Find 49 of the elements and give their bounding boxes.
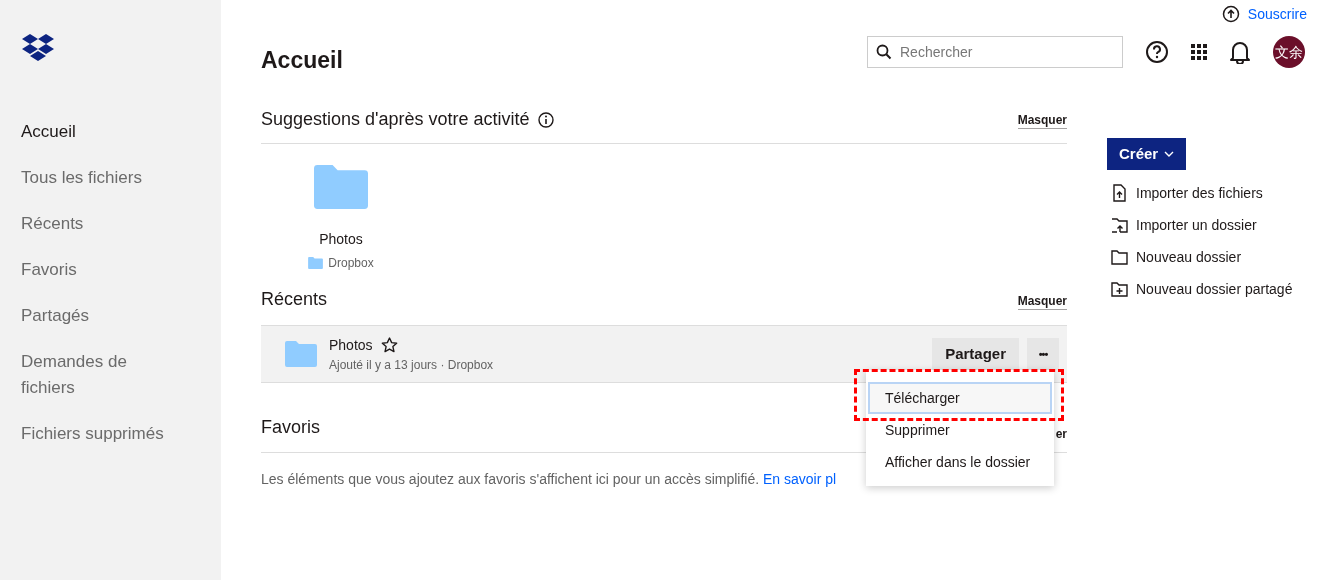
recent-row[interactable]: Photos Ajouté il y a 13 jours · Dropbox Partager ••• [261, 325, 1067, 383]
sidebar-item[interactable]: Récents [21, 211, 171, 237]
folder-upload-icon [1111, 216, 1128, 234]
create-action-link[interactable]: Nouveau dossier [1136, 246, 1242, 268]
search-icon [876, 44, 892, 60]
share-button[interactable]: Partager [932, 338, 1019, 370]
folder-icon [314, 164, 368, 210]
file-meta: Ajouté il y a 13 jours · Dropbox [329, 356, 495, 374]
hide-button[interactable]: Masquer [1017, 112, 1067, 129]
search-field[interactable]: Rechercher [867, 36, 1123, 68]
create-action-link[interactable]: Nouveau dossier partagé [1136, 278, 1293, 300]
sidebar-item[interactable]: Fichiers supprimés [21, 421, 171, 447]
create-action-link[interactable]: Importer un dossier [1136, 214, 1257, 236]
notification-bell-icon[interactable] [1229, 40, 1251, 64]
sidebar-item[interactable]: Favoris [21, 257, 171, 283]
file-upload-icon [1111, 184, 1128, 202]
learn-more-link[interactable]: En savoir pl [763, 471, 837, 487]
file-name[interactable]: Photos [329, 334, 373, 356]
hide-button[interactable]: Masquer [1017, 292, 1067, 310]
star-icon[interactable] [380, 337, 398, 353]
folder-icon [1111, 248, 1128, 266]
folder-icon [285, 341, 317, 367]
page-title: Accueil [261, 46, 343, 74]
favorites-description: Les éléments que vous ajoutez aux favoris s'affichent ici pour un accès simplifié. En savoir pl [261, 470, 838, 489]
folder-location: Dropbox [328, 255, 374, 272]
avatar[interactable]: 文余 [1273, 36, 1305, 68]
help-icon[interactable] [1145, 40, 1169, 64]
menu-item[interactable]: Supprimer [868, 414, 1052, 446]
upgrade-link[interactable]: Souscrire [1221, 4, 1307, 24]
section-heading: Favoris [261, 416, 320, 439]
folder-icon [308, 257, 324, 269]
upload-circle-icon [1221, 5, 1240, 23]
more-options-button[interactable]: ••• [1027, 338, 1059, 370]
create-action-link[interactable]: Importer des fichiers [1136, 182, 1263, 204]
folder-plus-icon [1111, 280, 1128, 298]
section-heading: Suggestions d'après votre activité [261, 108, 530, 131]
sidebar-item[interactable]: Tous les fichiers [21, 165, 171, 191]
menu-item[interactable]: Afficher dans le dossier [868, 446, 1052, 478]
section-heading: Récents [261, 288, 328, 311]
folder-name[interactable]: Photos [319, 229, 363, 250]
menu-item[interactable]: Télécharger [868, 382, 1052, 414]
sidebar-item[interactable]: Demandes de fichiers [21, 349, 171, 401]
create-button[interactable]: Créer [1107, 138, 1187, 170]
apps-grid-icon[interactable] [1191, 44, 1207, 60]
chevron-down-icon [1164, 151, 1175, 157]
dropbox-logo-icon[interactable] [22, 34, 54, 62]
sidebar-item[interactable]: Accueil [21, 119, 171, 145]
sidebar-item[interactable]: Partagés [21, 303, 171, 329]
info-icon[interactable] [537, 111, 554, 128]
